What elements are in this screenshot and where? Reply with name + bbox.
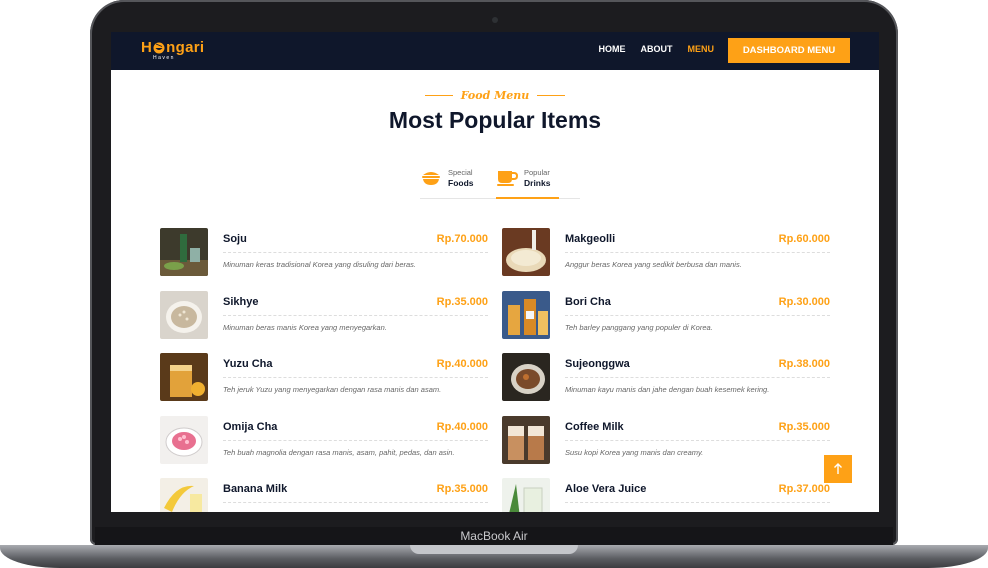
menu-item-sikhye[interactable]: Sikhye Rp.35.000 Minuman beras manis Kor… bbox=[160, 291, 488, 341]
item-divider bbox=[565, 377, 830, 378]
item-price: Rp.37.000 bbox=[778, 483, 830, 495]
tab-special-foods[interactable]: Special Foods bbox=[420, 163, 490, 199]
camera-dot bbox=[492, 17, 498, 23]
item-name: Aloe Vera Juice bbox=[565, 483, 647, 495]
soju-image bbox=[160, 228, 208, 276]
menu-tabs: Special Foods Popular Drinks bbox=[420, 163, 580, 199]
aloe-vera-juice-image bbox=[502, 478, 550, 512]
item-price: Rp.30.000 bbox=[778, 296, 830, 308]
item-divider bbox=[565, 252, 830, 253]
item-divider bbox=[565, 440, 830, 441]
tab-drinks-label: Drinks bbox=[524, 178, 551, 188]
item-description: Susu kopi Korea yang manis dan creamy. bbox=[565, 448, 704, 457]
item-name: Yuzu Cha bbox=[223, 358, 273, 370]
arrow-up-icon bbox=[834, 463, 842, 474]
yuzu-cha-image bbox=[160, 353, 208, 401]
item-price: Rp.70.000 bbox=[436, 233, 488, 245]
item-description: Anggur beras Korea yang sedikit berbusa … bbox=[565, 260, 742, 269]
bowl-icon bbox=[422, 172, 440, 185]
menu-item-bori-cha[interactable]: Bori Cha Rp.30.000 Teh barley panggang y… bbox=[502, 291, 830, 341]
item-description: Minuman kayu manis dan jahe dengan buah … bbox=[565, 385, 770, 394]
sikhye-image bbox=[160, 291, 208, 339]
item-name: Coffee Milk bbox=[565, 421, 624, 433]
page-title: Most Popular Items bbox=[388, 107, 602, 133]
menu-item-banana-milk[interactable]: Banana Milk Rp.35.000 bbox=[160, 478, 488, 512]
nav-link-about[interactable]: ABOUT bbox=[641, 44, 673, 54]
item-divider bbox=[565, 315, 830, 316]
laptop-base-notch bbox=[410, 545, 578, 554]
menu-item-coffee-milk[interactable]: Coffee Milk Rp.35.000 Susu kopi Korea ya… bbox=[502, 416, 830, 466]
nav-link-home[interactable]: HOME bbox=[599, 44, 626, 54]
item-price: Rp.35.000 bbox=[436, 296, 488, 308]
item-price: Rp.35.000 bbox=[778, 421, 830, 433]
item-name: Sikhye bbox=[223, 296, 259, 308]
coffee-cup-icon bbox=[497, 171, 518, 186]
item-price: Rp.60.000 bbox=[778, 233, 830, 245]
section-subtitle-row: Food Menu bbox=[111, 89, 879, 102]
browser-viewport: H ngari Haven HOME ABOUT MENU DASHBOARD … bbox=[111, 32, 879, 512]
brand-logo[interactable]: H ngari Haven bbox=[141, 39, 204, 61]
item-description: Teh barley panggang yang populer di Kore… bbox=[565, 323, 713, 332]
item-price: Rp.40.000 bbox=[436, 358, 488, 370]
banana-milk-image bbox=[160, 478, 208, 512]
back-to-top-button[interactable] bbox=[824, 455, 852, 483]
item-divider bbox=[223, 315, 488, 316]
tab-foods-small: Special bbox=[448, 168, 473, 177]
tab-foods-label: Foods bbox=[448, 178, 474, 188]
item-description: Minuman keras tradisional Korea yang dis… bbox=[223, 260, 417, 269]
subtitle-line-right bbox=[537, 95, 566, 96]
item-description: Teh jeruk Yuzu yang menyegarkan dengan r… bbox=[223, 385, 442, 394]
bori-cha-image bbox=[502, 291, 550, 339]
item-name: Soju bbox=[223, 233, 247, 245]
menu-item-soju[interactable]: Soju Rp.70.000 Minuman keras tradisional… bbox=[160, 228, 488, 278]
item-price: Rp.40.000 bbox=[436, 421, 488, 433]
item-divider bbox=[565, 502, 830, 503]
sujeonggwa-image bbox=[502, 353, 550, 401]
menu-item-sujeonggwa[interactable]: Sujeonggwa Rp.38.000 Minuman kayu manis … bbox=[502, 353, 830, 403]
brand-name-part1: H bbox=[141, 39, 153, 56]
bowl-logo-icon bbox=[153, 42, 165, 53]
makgeolli-image bbox=[502, 228, 550, 276]
item-name: Makgeolli bbox=[565, 233, 616, 245]
navbar: H ngari Haven HOME ABOUT MENU DASHBOARD … bbox=[111, 32, 879, 70]
item-name: Omija Cha bbox=[223, 421, 278, 433]
brand-name-part2: ngari bbox=[166, 39, 205, 56]
item-name: Banana Milk bbox=[223, 483, 288, 495]
tab-drinks-small: Popular bbox=[524, 168, 550, 177]
item-divider bbox=[223, 440, 488, 441]
item-price: Rp.38.000 bbox=[778, 358, 830, 370]
subtitle-line-left bbox=[424, 95, 453, 96]
coffee-milk-image bbox=[502, 416, 550, 464]
menu-item-makgeolli[interactable]: Makgeolli Rp.60.000 Anggur beras Korea y… bbox=[502, 228, 830, 278]
menu-item-aloe-vera-juice[interactable]: Aloe Vera Juice Rp.37.000 bbox=[502, 478, 830, 512]
item-name: Sujeonggwa bbox=[565, 358, 630, 370]
nav-link-menu[interactable]: MENU bbox=[688, 44, 715, 54]
menu-item-yuzu-cha[interactable]: Yuzu Cha Rp.40.000 Teh jeruk Yuzu yang m… bbox=[160, 353, 488, 403]
omija-cha-image bbox=[160, 416, 208, 464]
nav-links: HOME ABOUT MENU bbox=[599, 44, 715, 54]
device-label: MacBook Air bbox=[460, 529, 528, 543]
item-divider bbox=[223, 502, 488, 503]
section-subtitle: Food Menu bbox=[460, 89, 530, 102]
item-divider bbox=[223, 252, 488, 253]
dashboard-menu-button[interactable]: DASHBOARD MENU bbox=[728, 38, 850, 63]
item-price: Rp.35.000 bbox=[436, 483, 488, 495]
tab-popular-drinks[interactable]: Popular Drinks bbox=[496, 163, 559, 199]
item-description: Teh buah magnolia dengan rasa manis, asa… bbox=[223, 448, 455, 457]
item-divider bbox=[223, 377, 488, 378]
menu-item-omija-cha[interactable]: Omija Cha Rp.40.000 Teh buah magnolia de… bbox=[160, 416, 488, 466]
item-description: Minuman beras manis Korea yang menyegark… bbox=[223, 323, 387, 332]
item-name: Bori Cha bbox=[565, 296, 611, 308]
